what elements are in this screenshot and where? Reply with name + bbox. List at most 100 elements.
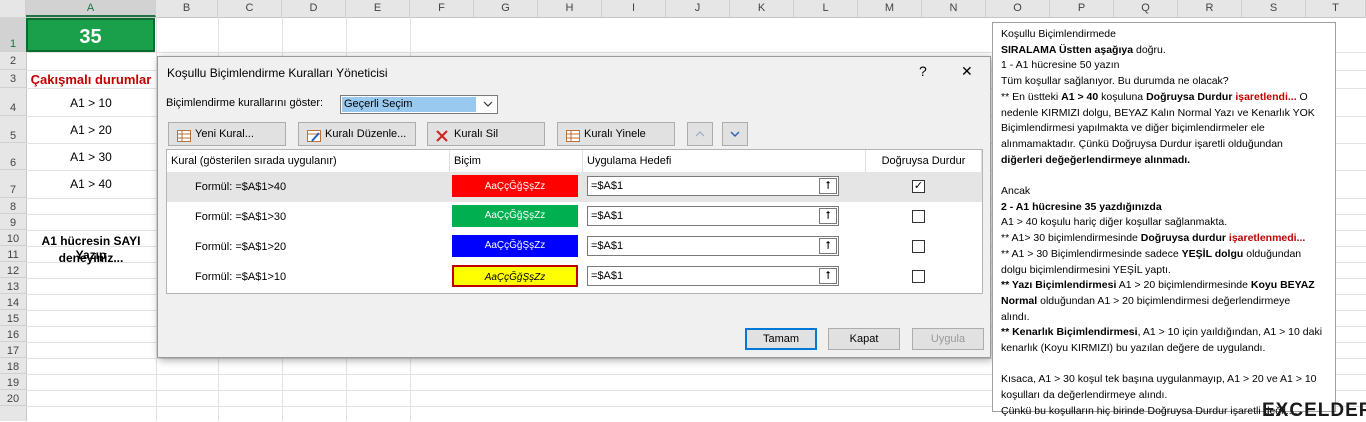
- row-header-11[interactable]: 11: [0, 246, 26, 262]
- column-header-g[interactable]: G: [474, 0, 538, 17]
- dialog-title: Koşullu Biçimlendirme Kuralları Yönetici…: [167, 66, 388, 80]
- note-text: O: [1296, 90, 1308, 103]
- row-header-19[interactable]: 19: [0, 374, 26, 390]
- column-header-i[interactable]: I: [602, 0, 666, 17]
- move-down-button[interactable]: [722, 122, 748, 146]
- chevron-down-icon[interactable]: [479, 96, 497, 113]
- note-spacer: [1001, 357, 1327, 373]
- close-icon[interactable]: ✕: [961, 63, 973, 80]
- select-all-corner[interactable]: [0, 0, 26, 17]
- rule-column-header[interactable]: Kural (gösterilen sırada uygulanır): [167, 150, 450, 172]
- column-header-e[interactable]: E: [346, 0, 410, 17]
- column-header-s[interactable]: S: [1242, 0, 1306, 17]
- column-header-c[interactable]: C: [218, 0, 282, 17]
- row-header-10[interactable]: 10: [0, 230, 26, 246]
- collapse-range-icon[interactable]: ⭡: [819, 268, 837, 284]
- column-header-p[interactable]: P: [1050, 0, 1114, 17]
- column-header-b[interactable]: B: [156, 0, 218, 17]
- column-header-k[interactable]: K: [730, 0, 794, 17]
- ok-button[interactable]: Tamam: [745, 328, 817, 350]
- column-header-h[interactable]: H: [538, 0, 602, 17]
- note-text: olduğundan: [1243, 247, 1302, 260]
- stop-if-true-checkbox[interactable]: [912, 240, 925, 253]
- row-header-6[interactable]: 6: [0, 143, 26, 170]
- show-rules-select[interactable]: Geçerli Seçim: [340, 95, 498, 114]
- column-header-q[interactable]: Q: [1114, 0, 1178, 17]
- applies-to-field[interactable]: =$A$1 ⭡: [587, 206, 839, 226]
- watermark-logo: EXCELDEPO: [1262, 400, 1366, 422]
- row-header-4[interactable]: 4: [0, 88, 26, 116]
- show-rules-value: Geçerli Seçim: [342, 97, 476, 112]
- row-header-17[interactable]: 17: [0, 342, 26, 358]
- applies-to-value: =$A$1: [591, 240, 624, 252]
- row-header-3[interactable]: 3: [0, 70, 26, 88]
- row-header-7[interactable]: 7: [0, 170, 26, 198]
- note-line: ** Kenarlık Biçimlendirmesi, A1 > 10 içi…: [1001, 325, 1327, 341]
- note-line: ** A1> 30 biçimlendirmesinde Doğruysa du…: [1001, 231, 1327, 247]
- column-header-j[interactable]: J: [666, 0, 730, 17]
- condition-cell-a6[interactable]: A1 > 30: [26, 150, 156, 164]
- column-header-o[interactable]: O: [986, 0, 1050, 17]
- column-header-t[interactable]: T: [1306, 0, 1366, 17]
- notes-textbox[interactable]: Koşullu Biçimlendirmede SIRALAMA Üstten …: [992, 22, 1336, 417]
- stop-if-true-checkbox[interactable]: [912, 270, 925, 283]
- applies-to-field[interactable]: =$A$1 ⭡: [587, 266, 839, 286]
- stop-if-true-column-header[interactable]: Doğruysa Durdur: [866, 150, 982, 172]
- condition-cell-a7[interactable]: A1 > 40: [26, 177, 156, 191]
- condition-cell-a4[interactable]: A1 > 10: [26, 96, 156, 110]
- row-header-9[interactable]: 9: [0, 214, 26, 230]
- row-header-20[interactable]: 20: [0, 390, 26, 406]
- delete-rule-button[interactable]: Kuralı Sil: [427, 122, 545, 146]
- row-header-12[interactable]: 12: [0, 262, 26, 278]
- rule-row[interactable]: Formül: =$A$1>20 AaÇçĞğŞşZz =$A$1 ⭡: [167, 232, 982, 262]
- overlap-title-cell[interactable]: Çakışmalı durumlar: [26, 72, 156, 87]
- column-header-l[interactable]: L: [794, 0, 858, 17]
- rule-row[interactable]: Formül: =$A$1>40 AaÇçĞğŞşZz =$A$1 ⭡ ✓: [167, 172, 982, 202]
- close-button[interactable]: Kapat: [828, 328, 900, 350]
- rule-row[interactable]: Formül: =$A$1>10 AaÇçĞğŞşZz =$A$1 ⭡: [167, 262, 982, 292]
- applies-to-column-header[interactable]: Uygulama Hedefi: [583, 150, 866, 172]
- condition-cell-a5[interactable]: A1 > 20: [26, 123, 156, 137]
- note-text: ** A1> 30 biçimlendirmesinde: [1001, 232, 1141, 245]
- rule-label: Formül: =$A$1>20: [195, 241, 287, 253]
- applies-to-field[interactable]: =$A$1 ⭡: [587, 176, 839, 196]
- collapse-range-icon[interactable]: ⭡: [819, 238, 837, 254]
- column-header-n[interactable]: N: [922, 0, 986, 17]
- new-rule-button[interactable]: Yeni Kural...: [168, 122, 286, 146]
- row-header-5[interactable]: 5: [0, 116, 26, 143]
- column-header-bar: A B C D E F G H I J K L M N O P Q R S T: [0, 0, 1366, 18]
- applies-to-field[interactable]: =$A$1 ⭡: [587, 236, 839, 256]
- note-bold: YEŞİL dolgu: [1181, 247, 1244, 260]
- note-text: olduğundan A1 > 20 biçimlendirmesi değer…: [1037, 294, 1291, 307]
- duplicate-rule-button[interactable]: Kuralı Yinele: [557, 122, 675, 146]
- row-header-8[interactable]: 8: [0, 198, 26, 214]
- stop-if-true-checkbox[interactable]: [912, 210, 925, 223]
- note-text: koşuluna: [1098, 90, 1147, 103]
- rule-label: Formül: =$A$1>30: [195, 211, 287, 223]
- stop-if-true-checkbox[interactable]: ✓: [912, 180, 925, 193]
- row-header-1[interactable]: 1: [0, 17, 26, 52]
- row-header-2[interactable]: 2: [0, 52, 26, 70]
- edit-rule-button[interactable]: Kuralı Düzenle...: [298, 122, 416, 146]
- rule-row[interactable]: Formül: =$A$1>30 AaÇçĞğŞşZz =$A$1 ⭡: [167, 202, 982, 232]
- row-header-13[interactable]: 13: [0, 278, 26, 294]
- row-header-16[interactable]: 16: [0, 326, 26, 342]
- apply-button[interactable]: Uygula: [912, 328, 984, 350]
- cell-a1[interactable]: 35: [26, 18, 155, 52]
- instruction-cell-line2[interactable]: deneyiniz...: [26, 251, 156, 265]
- column-header-r[interactable]: R: [1178, 0, 1242, 17]
- column-header-d[interactable]: D: [282, 0, 346, 17]
- column-header-f[interactable]: F: [410, 0, 474, 17]
- format-column-header[interactable]: Biçim: [450, 150, 583, 172]
- row-header-18[interactable]: 18: [0, 358, 26, 374]
- column-header-a[interactable]: A: [26, 0, 156, 17]
- row-header-14[interactable]: 14: [0, 294, 26, 310]
- collapse-range-icon[interactable]: ⭡: [819, 178, 837, 194]
- column-header-m[interactable]: M: [858, 0, 922, 17]
- note-line: Normal olduğundan A1 > 20 biçimlendirmes…: [1001, 294, 1327, 310]
- conditional-formatting-dialog: Koşullu Biçimlendirme Kuralları Yönetici…: [157, 56, 991, 358]
- help-icon[interactable]: ?: [919, 63, 927, 79]
- move-up-button[interactable]: [687, 122, 713, 146]
- row-header-15[interactable]: 15: [0, 310, 26, 326]
- collapse-range-icon[interactable]: ⭡: [819, 208, 837, 224]
